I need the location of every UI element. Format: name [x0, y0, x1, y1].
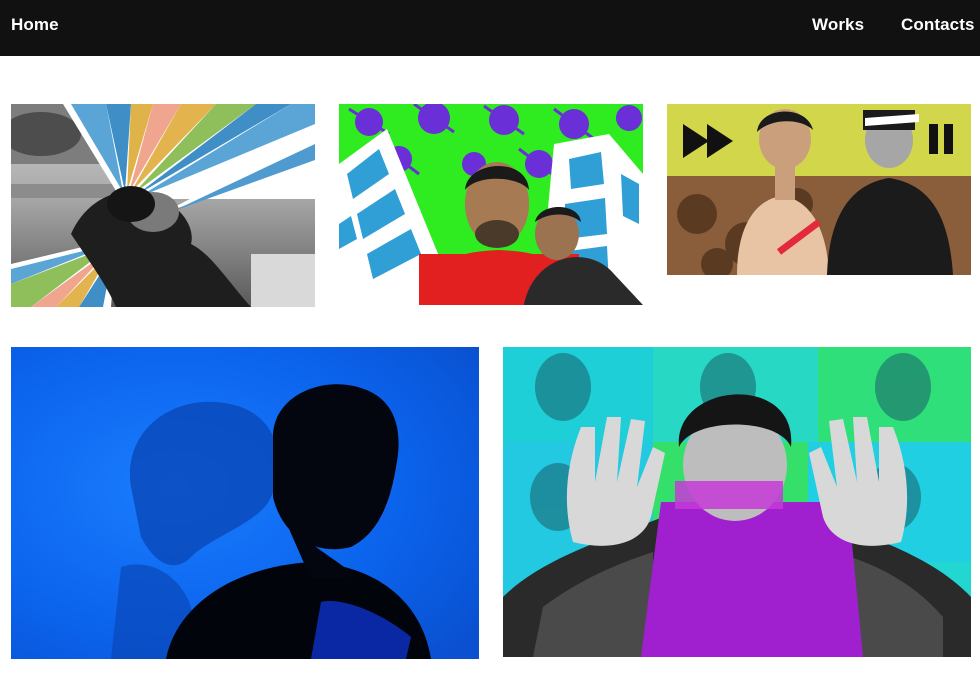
hands-up-purple-portrait-image: [503, 347, 971, 657]
gallery-item-towers-leaves[interactable]: [339, 104, 643, 305]
gallery-item-fast-forward-pause[interactable]: [667, 104, 971, 275]
gallery-item-rainbow-rays[interactable]: [11, 104, 315, 307]
towers-and-leaves-portrait-image: [339, 104, 643, 305]
nav-contacts-link[interactable]: Contacts: [901, 15, 975, 35]
fast-forward-pause-portrait-image: [667, 104, 971, 275]
gallery-item-hands-up-purple[interactable]: [503, 347, 971, 657]
gallery-item-blue-silhouette[interactable]: [11, 347, 479, 659]
nav-home-link[interactable]: Home: [11, 15, 59, 35]
nav-works-link[interactable]: Works: [812, 15, 864, 35]
top-navigation-bar: Home Works Contacts: [0, 0, 980, 56]
blue-silhouette-portrait-image: [11, 347, 479, 659]
rainbow-rays-portrait-image: [11, 104, 315, 307]
